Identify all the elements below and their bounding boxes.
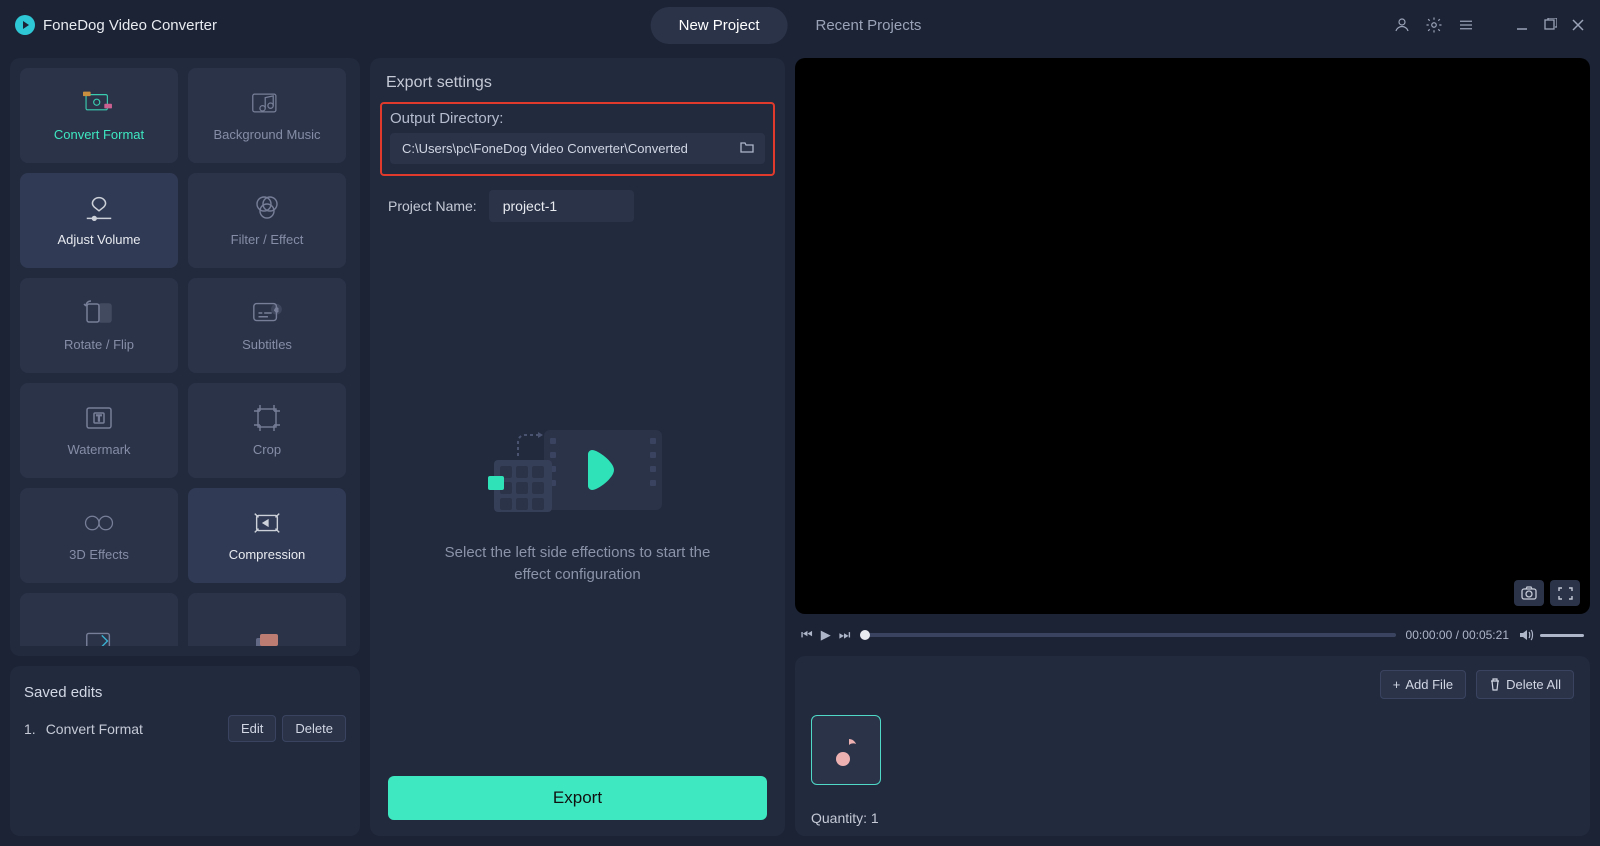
placeholder-text: Select the left side effections to start… — [428, 542, 728, 587]
background-music-icon — [251, 89, 283, 117]
plus-icon: + — [1393, 677, 1401, 692]
play-button[interactable]: ▶ — [821, 627, 831, 643]
folder-stack-icon — [251, 627, 283, 647]
subtitles-icon: € — [251, 299, 283, 327]
effect-extra-1[interactable] — [20, 593, 178, 646]
effects-panel: Convert Format Background Music Adjust V… — [10, 58, 360, 656]
saved-edit-button[interactable]: Edit — [228, 715, 276, 742]
close-button[interactable] — [1571, 18, 1585, 32]
tab-recent-projects[interactable]: Recent Projects — [787, 7, 949, 44]
timeline-knob[interactable] — [860, 630, 870, 640]
snapshot-button[interactable] — [1514, 580, 1544, 606]
saved-edit-row: 1. Convert Format Edit Delete — [24, 715, 346, 742]
export-settings-title: Export settings — [380, 74, 775, 92]
logo-icon — [15, 15, 35, 35]
delete-all-button[interactable]: Delete All — [1476, 670, 1574, 699]
app-logo: FoneDog Video Converter — [15, 15, 217, 35]
effect-label: Convert Format — [54, 127, 144, 142]
video-preview[interactable] — [795, 58, 1590, 614]
effect-label: Rotate / Flip — [64, 337, 134, 352]
project-name-label: Project Name: — [388, 198, 477, 214]
saved-delete-button[interactable]: Delete — [282, 715, 346, 742]
effect-convert-format[interactable]: Convert Format — [20, 68, 178, 163]
effect-crop[interactable]: Crop — [188, 383, 346, 478]
filter-effect-icon — [251, 194, 283, 222]
effect-label: Adjust Volume — [57, 232, 140, 247]
rotate-flip-icon — [83, 299, 115, 327]
quantity-display: Quantity: 1 — [811, 810, 1574, 836]
edit-icon — [83, 627, 115, 647]
effect-label: Filter / Effect — [231, 232, 304, 247]
crop-icon — [251, 404, 283, 432]
output-directory-label: Output Directory: — [390, 110, 765, 127]
effect-label: 3D Effects — [69, 547, 129, 562]
effect-label: Compression — [229, 547, 306, 562]
svg-text:T: T — [97, 414, 102, 423]
3d-effects-icon — [83, 509, 115, 537]
tab-new-project[interactable]: New Project — [651, 7, 788, 44]
next-button[interactable]: ⏭ — [839, 627, 851, 643]
effect-extra-2[interactable] — [188, 593, 346, 646]
effect-placeholder: Select the left side effections to start… — [370, 222, 785, 776]
effect-label: Watermark — [67, 442, 130, 457]
browse-folder-icon[interactable] — [739, 140, 755, 154]
add-file-button[interactable]: + Add File — [1380, 670, 1466, 699]
export-button[interactable]: Export — [388, 776, 767, 820]
volume-icon[interactable] — [1519, 628, 1534, 642]
file-list-panel: + Add File Delete All Quantity: 1 — [795, 656, 1590, 836]
effect-subtitles[interactable]: € Subtitles — [188, 278, 346, 373]
effect-adjust-volume[interactable]: Adjust Volume — [20, 173, 178, 268]
fullscreen-button[interactable] — [1550, 580, 1580, 606]
minimize-button[interactable] — [1515, 18, 1529, 32]
music-note-icon — [831, 733, 861, 767]
watermark-icon: T — [83, 404, 115, 432]
effect-filter-effect[interactable]: Filter / Effect — [188, 173, 346, 268]
effect-rotate-flip[interactable]: Rotate / Flip — [20, 278, 178, 373]
effect-background-music[interactable]: Background Music — [188, 68, 346, 163]
output-directory-value: C:\Users\pc\FoneDog Video Converter\Conv… — [402, 141, 688, 156]
saved-item-label: Convert Format — [46, 721, 143, 737]
prev-button[interactable]: ⏮ — [801, 627, 813, 643]
menu-icon[interactable] — [1457, 16, 1475, 34]
effect-3d-effects[interactable]: 3D Effects — [20, 488, 178, 583]
time-display: 00:00:00 / 00:05:21 — [1406, 628, 1509, 642]
user-icon[interactable] — [1393, 16, 1411, 34]
output-directory-input[interactable]: C:\Users\pc\FoneDog Video Converter\Conv… — [390, 133, 765, 164]
convert-format-icon — [83, 89, 115, 117]
saved-edits-panel: Saved edits 1. Convert Format Edit Delet… — [10, 666, 360, 836]
adjust-volume-icon — [83, 194, 115, 222]
maximize-button[interactable] — [1543, 18, 1557, 32]
project-name-input[interactable] — [489, 190, 634, 222]
trash-icon — [1489, 678, 1501, 691]
effect-label: Subtitles — [242, 337, 292, 352]
gear-icon[interactable] — [1425, 16, 1443, 34]
compression-icon — [251, 509, 283, 537]
output-directory-box: Output Directory: C:\Users\pc\FoneDog Vi… — [380, 102, 775, 176]
timeline-slider[interactable] — [860, 633, 1395, 637]
effect-label: Crop — [253, 442, 281, 457]
player-controls: ⏮ ▶ ⏭ 00:00:00 / 00:05:21 — [795, 622, 1590, 648]
placeholder-graphic-icon — [488, 412, 668, 522]
saved-edits-title: Saved edits — [24, 684, 346, 701]
file-thumbnail[interactable] — [811, 715, 881, 785]
volume-slider[interactable] — [1540, 634, 1584, 637]
effect-watermark[interactable]: T Watermark — [20, 383, 178, 478]
saved-item-number: 1. — [24, 721, 36, 737]
effect-compression[interactable]: Compression — [188, 488, 346, 583]
effect-label: Background Music — [214, 127, 321, 142]
app-name: FoneDog Video Converter — [43, 17, 217, 34]
